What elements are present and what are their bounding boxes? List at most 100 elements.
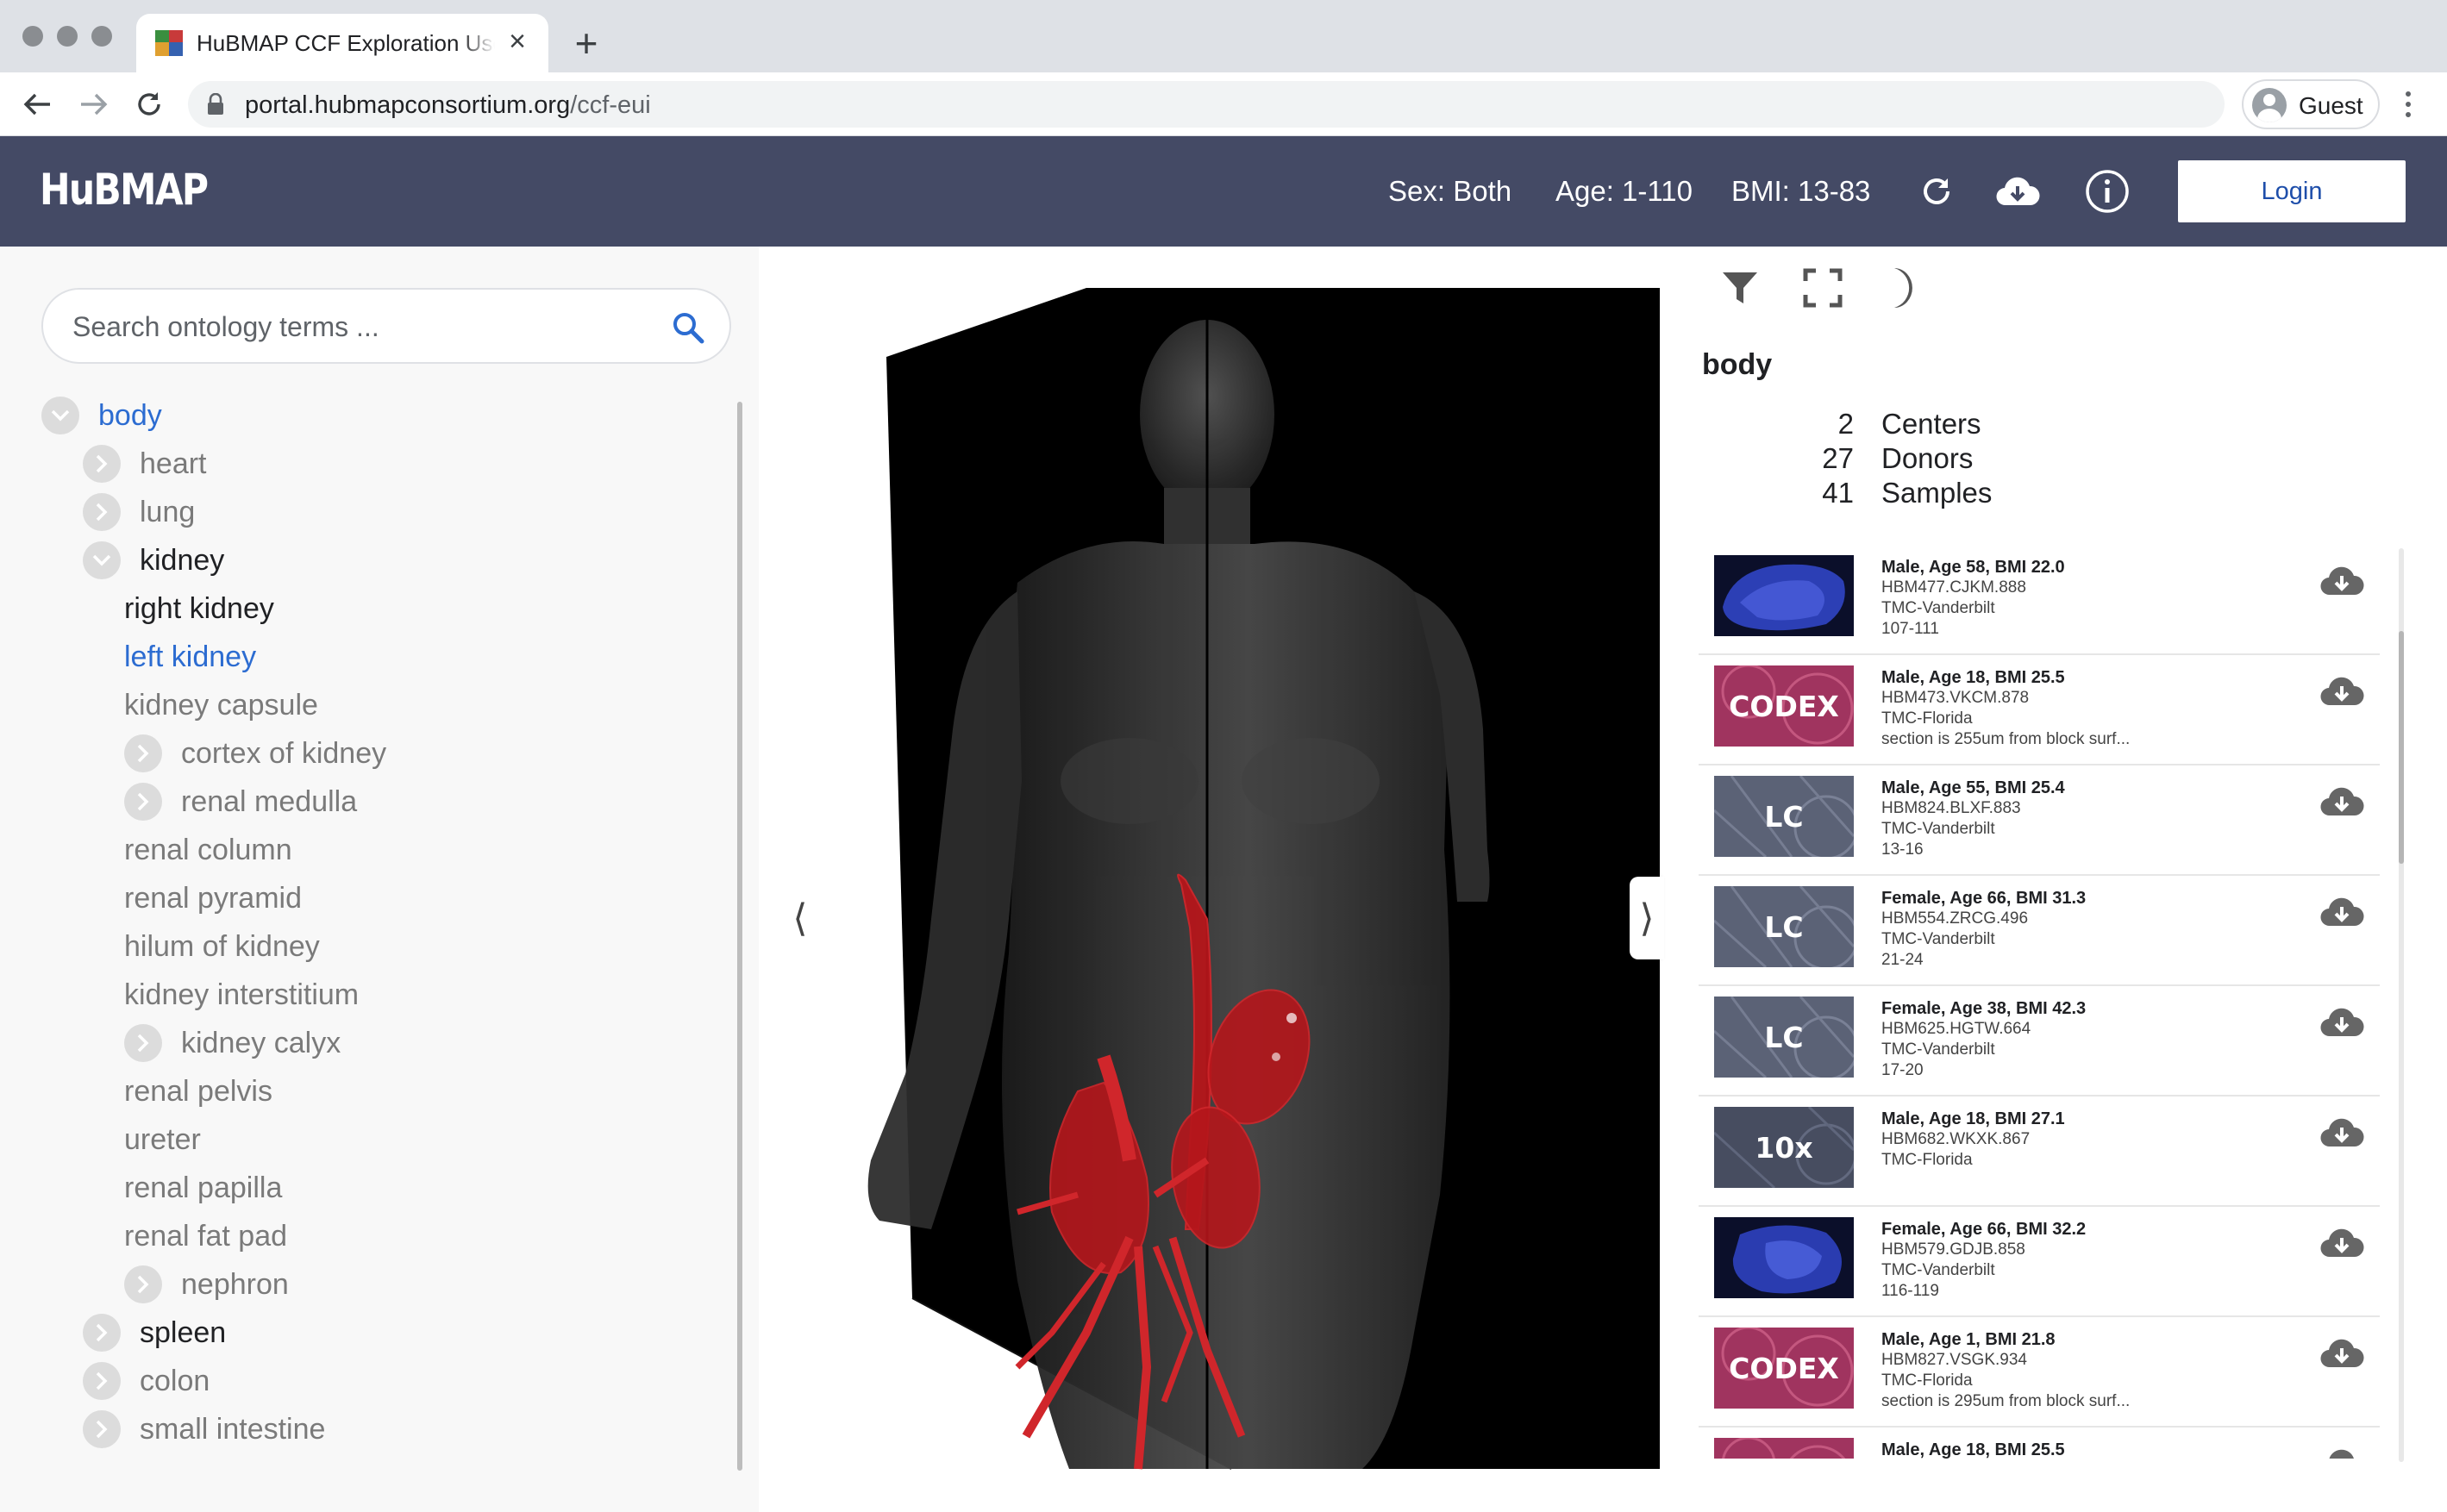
login-button[interactable]: Login bbox=[2178, 160, 2406, 222]
chevron-right-icon[interactable] bbox=[124, 783, 162, 821]
tree-node-kidney-capsule[interactable]: kidney capsule bbox=[124, 681, 318, 729]
window-zoom-dot[interactable] bbox=[91, 26, 112, 47]
tree-node-renal-fat-pad[interactable]: renal fat pad bbox=[124, 1212, 287, 1260]
result-thumbnail[interactable]: LC bbox=[1714, 886, 1854, 967]
tree-node-cortex-of-kidney[interactable]: cortex of kidney bbox=[124, 729, 386, 778]
tree-node-ureter[interactable]: ureter bbox=[124, 1115, 201, 1164]
user-avatar-icon bbox=[2252, 88, 2287, 122]
cloud-download-icon[interactable] bbox=[1993, 167, 2042, 216]
new-tab-button[interactable]: + bbox=[569, 17, 604, 69]
tree-node-left-kidney[interactable]: left kidney bbox=[124, 633, 256, 681]
window-close-dot[interactable] bbox=[22, 26, 43, 47]
sex-filter-summary: Sex: Both bbox=[1388, 175, 1512, 207]
profile-button[interactable]: Guest bbox=[2242, 79, 2380, 129]
tree-node-body[interactable]: body bbox=[41, 391, 162, 440]
result-thumbnail[interactable]: 10x bbox=[1714, 1107, 1854, 1188]
tree-node-small-intestine[interactable]: small intestine bbox=[83, 1405, 325, 1453]
body-3d-scene[interactable] bbox=[759, 247, 1699, 1512]
result-detail-line: TMC-Vanderbilt bbox=[1881, 1040, 1995, 1059]
result-thumbnail[interactable]: CODEX bbox=[1714, 1328, 1854, 1409]
result-row[interactable]: CODEX Male, Age 18, BMI 25.5 HBM473.VKCM.8… bbox=[1699, 655, 2380, 765]
result-row[interactable]: CODEX Male, Age 1, BMI 21.8 HBM827.VSGK.93… bbox=[1699, 1317, 2380, 1428]
download-icon[interactable] bbox=[2319, 564, 2364, 598]
browser-tab[interactable]: HuBMAP CCF Exploration User Interface × bbox=[136, 14, 548, 72]
result-detail-line: TMC-Florida bbox=[1881, 709, 1973, 728]
result-row[interactable]: LC Female, Age 38, BMI 42.3 HBM625.HGTW.66… bbox=[1699, 986, 2380, 1097]
result-row[interactable]: Female, Age 66, BMI 32.2 HBM579.GDJB.858 T… bbox=[1699, 1207, 2380, 1317]
result-detail-line: 116-119 bbox=[1881, 1282, 1939, 1300]
result-detail-line: HBM824.BLXF.883 bbox=[1881, 799, 2021, 817]
tree-node-label: colon bbox=[140, 1365, 210, 1397]
tree-scrollbar[interactable] bbox=[737, 402, 742, 1471]
filter-icon[interactable] bbox=[1716, 264, 1764, 312]
result-row[interactable]: LC Male, Age 55, BMI 25.4 HBM824.BLXF.883 T… bbox=[1699, 765, 2380, 876]
download-icon[interactable] bbox=[2319, 1115, 2364, 1150]
chevron-right-icon[interactable] bbox=[83, 493, 121, 531]
result-thumbnail[interactable] bbox=[1714, 1217, 1854, 1298]
chevron-down-icon[interactable] bbox=[83, 541, 121, 579]
result-thumbnail[interactable] bbox=[1714, 555, 1854, 636]
tree-node-spleen[interactable]: spleen bbox=[83, 1309, 226, 1357]
tree-node-nephron[interactable]: nephron bbox=[124, 1260, 289, 1309]
collapse-left-panel-button[interactable]: ⟨ bbox=[783, 877, 817, 959]
tab-close-icon[interactable]: × bbox=[502, 26, 533, 57]
chevron-right-icon[interactable] bbox=[83, 1362, 121, 1400]
browser-menu-icon[interactable] bbox=[2395, 83, 2421, 126]
tree-node-lung[interactable]: lung bbox=[83, 488, 195, 536]
chevron-right-icon[interactable] bbox=[124, 734, 162, 772]
download-icon[interactable] bbox=[2319, 784, 2364, 819]
download-icon[interactable] bbox=[2319, 674, 2364, 709]
result-thumbnail[interactable]: CODEX bbox=[1714, 1438, 1854, 1459]
search-input[interactable] bbox=[72, 307, 659, 347]
chevron-right-icon[interactable] bbox=[83, 1410, 121, 1448]
results-list[interactable]: Male, Age 58, BMI 22.0 HBM477.CJKM.888 TMC… bbox=[1699, 545, 2388, 1459]
chevron-right-icon[interactable] bbox=[124, 1024, 162, 1062]
tree-node-renal-pelvis[interactable]: renal pelvis bbox=[124, 1067, 272, 1115]
download-icon[interactable] bbox=[2319, 1336, 2364, 1371]
chevron-right-icon[interactable] bbox=[83, 445, 121, 483]
tree-node-right-kidney[interactable]: right kidney bbox=[124, 584, 274, 633]
search-icon[interactable] bbox=[671, 310, 705, 345]
tree-node-kidney-interstitium[interactable]: kidney interstitium bbox=[124, 971, 359, 1019]
result-thumbnail[interactable]: LC bbox=[1714, 776, 1854, 857]
tree-node-kidney-calyx[interactable]: kidney calyx bbox=[124, 1019, 341, 1067]
result-row[interactable]: LC Female, Age 66, BMI 31.3 HBM554.ZRCG.49… bbox=[1699, 876, 2380, 986]
reload-icon[interactable] bbox=[128, 83, 171, 126]
address-bar[interactable]: portal.hubmapconsortium.org/ccf-eui bbox=[188, 81, 2225, 128]
tree-node-renal-papilla[interactable]: renal papilla bbox=[124, 1164, 282, 1212]
download-icon[interactable] bbox=[2319, 895, 2364, 929]
refresh-icon[interactable] bbox=[1912, 167, 1961, 216]
download-icon[interactable] bbox=[2319, 1446, 2364, 1459]
forward-arrow-icon[interactable] bbox=[72, 83, 116, 126]
chevron-right-icon[interactable] bbox=[124, 1265, 162, 1303]
result-detail-line: section is 255um from block surf... bbox=[1881, 730, 2131, 748]
collapse-right-panel-button[interactable]: ⟩ bbox=[1630, 877, 1664, 959]
tree-node-renal-medulla[interactable]: renal medulla bbox=[124, 778, 357, 826]
tree-node-renal-pyramid[interactable]: renal pyramid bbox=[124, 874, 302, 922]
tree-node-heart[interactable]: heart bbox=[83, 440, 207, 488]
back-arrow-icon[interactable] bbox=[16, 83, 59, 126]
result-row[interactable]: CODEXMale, Age 18, BMI 25.5HBM794.JCHR.6… bbox=[1699, 1428, 2380, 1459]
window-minimize-dot[interactable] bbox=[57, 26, 78, 47]
results-scrollbar[interactable] bbox=[2399, 548, 2404, 1462]
body-viewer[interactable] bbox=[759, 247, 1699, 1512]
result-detail-line: TMC-Vanderbilt bbox=[1881, 1261, 1995, 1279]
theme-toggle-icon[interactable] bbox=[1881, 264, 1930, 312]
tree-node-kidney[interactable]: kidney bbox=[83, 536, 224, 584]
download-icon[interactable] bbox=[2319, 1226, 2364, 1260]
hubmap-logo[interactable]: HuBMAP bbox=[40, 162, 209, 217]
tree-node-hilum-of-kidney[interactable]: hilum of kidney bbox=[124, 922, 320, 971]
chevron-right-icon[interactable] bbox=[83, 1314, 121, 1352]
download-icon[interactable] bbox=[2319, 1005, 2364, 1040]
result-row[interactable]: Male, Age 58, BMI 22.0 HBM477.CJKM.888 TMC… bbox=[1699, 545, 2380, 655]
result-title: Female, Age 66, BMI 31.3 bbox=[1881, 889, 2087, 908]
result-detail-line: HBM554.ZRCG.496 bbox=[1881, 909, 2029, 928]
fullscreen-icon[interactable] bbox=[1799, 264, 1847, 312]
result-row[interactable]: 10x Male, Age 18, BMI 27.1 HBM682.WKXK.867… bbox=[1699, 1097, 2380, 1207]
tree-node-renal-column[interactable]: renal column bbox=[124, 826, 292, 874]
tree-node-colon[interactable]: colon bbox=[83, 1357, 210, 1405]
chevron-down-icon[interactable] bbox=[41, 397, 79, 434]
result-thumbnail[interactable]: LC bbox=[1714, 997, 1854, 1078]
info-icon[interactable] bbox=[2083, 167, 2131, 216]
result-thumbnail[interactable]: CODEX bbox=[1714, 665, 1854, 747]
